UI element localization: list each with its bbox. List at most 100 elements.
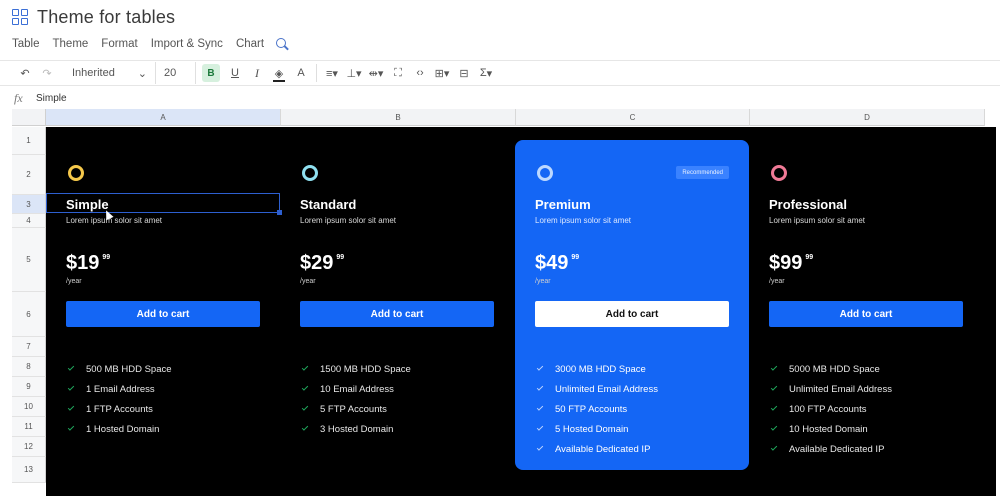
price-cents: 99 bbox=[805, 254, 814, 261]
feature-label: Available Dedicated IP bbox=[789, 443, 885, 455]
fill-color-icon[interactable]: ◈ bbox=[268, 63, 290, 83]
bold-button[interactable]: B bbox=[202, 64, 220, 82]
merge-cells-icon[interactable]: ⊟ bbox=[453, 63, 475, 83]
toolbar-divider bbox=[316, 64, 317, 82]
borders-icon[interactable]: ⊞▾ bbox=[431, 63, 453, 83]
feature-list: 5000 MB HDD Space Unlimited Email Addres… bbox=[770, 359, 892, 459]
column-header-a[interactable]: A bbox=[46, 109, 281, 126]
row-header[interactable]: 4 bbox=[12, 214, 46, 228]
italic-button[interactable]: I bbox=[246, 63, 268, 83]
add-to-cart-button[interactable]: Add to cart bbox=[66, 301, 260, 327]
code-icon[interactable]: ‹› bbox=[409, 63, 431, 83]
feature-label: 10 Email Address bbox=[320, 383, 394, 395]
billing-period: /year bbox=[769, 278, 785, 285]
feature-item: 10 Hosted Domain bbox=[770, 419, 892, 439]
feature-item: 1 Hosted Domain bbox=[67, 419, 172, 439]
text-wrap-icon[interactable]: ⇹▾ bbox=[365, 63, 387, 83]
document-title[interactable]: Theme for tables bbox=[37, 7, 175, 28]
cell-selection[interactable] bbox=[46, 193, 282, 215]
menu-format[interactable]: Format bbox=[101, 38, 137, 50]
add-to-cart-button[interactable]: Add to cart bbox=[535, 301, 729, 327]
feature-label: Unlimited Email Address bbox=[555, 383, 658, 395]
row-header[interactable]: 5 bbox=[12, 228, 46, 292]
feature-label: 1500 MB HDD Space bbox=[320, 363, 411, 375]
menu-theme[interactable]: Theme bbox=[53, 38, 89, 50]
feature-item: 5 FTP Accounts bbox=[301, 399, 411, 419]
row-header[interactable]: 10 bbox=[12, 397, 46, 417]
formula-value[interactable]: Simple bbox=[36, 93, 67, 104]
row-header[interactable]: 8 bbox=[12, 357, 46, 377]
select-all-corner[interactable] bbox=[12, 109, 46, 126]
pricing-card-premium: Recommended Premium Lorem ipsum solor si… bbox=[515, 140, 749, 470]
feature-label: 10 Hosted Domain bbox=[789, 423, 868, 435]
feature-label: 5 FTP Accounts bbox=[320, 403, 387, 415]
row-header[interactable]: 13 bbox=[12, 457, 46, 483]
plan-name: Standard bbox=[300, 197, 357, 212]
check-icon bbox=[301, 364, 309, 371]
check-icon bbox=[536, 384, 544, 391]
add-to-cart-button[interactable]: Add to cart bbox=[769, 301, 963, 327]
feature-item: Unlimited Email Address bbox=[770, 379, 892, 399]
feature-label: 5000 MB HDD Space bbox=[789, 363, 880, 375]
check-icon bbox=[301, 424, 309, 431]
plan-description: Lorem ipsum solor sit amet bbox=[535, 216, 632, 225]
fill-handle[interactable] bbox=[277, 210, 282, 215]
search-icon[interactable] bbox=[275, 37, 289, 51]
feature-label: Unlimited Email Address bbox=[789, 383, 892, 395]
font-size-input[interactable]: 20 bbox=[156, 62, 196, 84]
undo-icon[interactable]: ↶ bbox=[14, 63, 36, 83]
formula-bar[interactable]: fx Simple bbox=[0, 88, 1000, 108]
plan-name: Professional bbox=[769, 197, 848, 212]
menu-table[interactable]: Table bbox=[12, 38, 40, 50]
feature-label: 5 Hosted Domain bbox=[555, 423, 629, 435]
price-cents: 99 bbox=[102, 254, 111, 261]
feature-item: 50 FTP Accounts bbox=[536, 399, 658, 419]
feature-item: 3 Hosted Domain bbox=[301, 419, 411, 439]
sum-button[interactable]: Σ ▾ bbox=[475, 63, 497, 83]
fullscreen-icon[interactable]: ⛶ bbox=[387, 63, 409, 83]
check-icon bbox=[536, 364, 544, 371]
plan-price: $99 99 bbox=[769, 252, 813, 275]
feature-item: Available Dedicated IP bbox=[770, 439, 892, 459]
menu-chart[interactable]: Chart bbox=[236, 38, 264, 50]
plan-price: $19 99 bbox=[66, 252, 110, 275]
grid-app-icon[interactable] bbox=[12, 9, 28, 25]
feature-item: 100 FTP Accounts bbox=[770, 399, 892, 419]
check-icon bbox=[67, 384, 75, 391]
check-icon bbox=[536, 424, 544, 431]
plan-price: $29 99 bbox=[300, 252, 344, 275]
feature-item: 500 MB HDD Space bbox=[67, 359, 172, 379]
billing-period: /year bbox=[300, 278, 316, 285]
price-amount: $29 bbox=[300, 252, 334, 274]
text-color-button[interactable]: A bbox=[290, 63, 312, 83]
row-header[interactable]: 12 bbox=[12, 437, 46, 457]
row-header[interactable]: 2 bbox=[12, 155, 46, 195]
row-header[interactable]: 9 bbox=[12, 377, 46, 397]
row-header[interactable]: 3 bbox=[12, 195, 46, 214]
column-header-b[interactable]: B bbox=[281, 109, 516, 126]
add-to-cart-button[interactable]: Add to cart bbox=[300, 301, 494, 327]
chevron-down-icon: ⌄ bbox=[137, 67, 147, 80]
feature-label: 100 FTP Accounts bbox=[789, 403, 867, 415]
row-header[interactable]: 6 bbox=[12, 292, 46, 337]
check-icon bbox=[67, 424, 75, 431]
row-header[interactable]: 11 bbox=[12, 417, 46, 437]
feature-label: 1 FTP Accounts bbox=[86, 403, 153, 415]
pricing-card-simple: Simple Lorem ipsum solor sit amet $19 99 … bbox=[46, 140, 280, 470]
menu-import-sync[interactable]: Import & Sync bbox=[151, 38, 223, 50]
font-family-select[interactable]: Inherited ⌄ bbox=[64, 62, 156, 84]
feature-item: Unlimited Email Address bbox=[536, 379, 658, 399]
column-header-c[interactable]: C bbox=[516, 109, 750, 126]
font-family-value: Inherited bbox=[72, 67, 115, 79]
vertical-align-icon[interactable]: ⊥▾ bbox=[343, 63, 365, 83]
underline-button[interactable]: U bbox=[224, 63, 246, 83]
row-header[interactable]: 7 bbox=[12, 337, 46, 357]
pricing-card-standard: Standard Lorem ipsum solor sit amet $29 9… bbox=[280, 140, 514, 470]
align-left-icon[interactable]: ≡▾ bbox=[321, 63, 343, 83]
check-icon bbox=[301, 384, 309, 391]
menu-bar: Table Theme Format Import & Sync Chart bbox=[0, 34, 289, 54]
sum-label: Σ bbox=[479, 67, 487, 79]
column-header-d[interactable]: D bbox=[750, 109, 985, 126]
row-header[interactable]: 1 bbox=[12, 127, 46, 155]
redo-icon[interactable]: ↷ bbox=[36, 63, 58, 83]
